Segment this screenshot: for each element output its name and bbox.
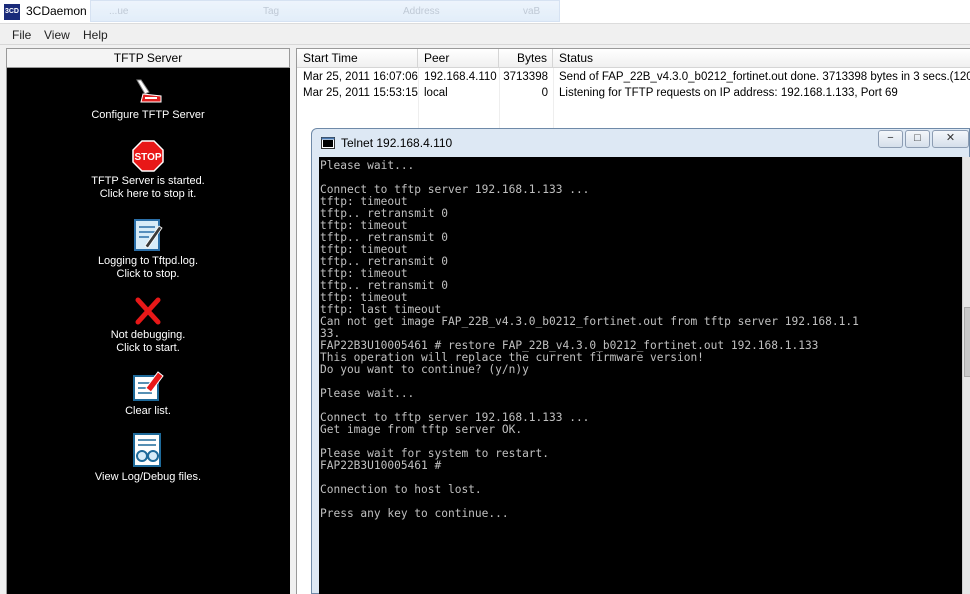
column-start-time[interactable]: Start Time (297, 49, 418, 68)
configure-tftp-label: Configure TFTP Server (91, 109, 205, 121)
ghost-col-4: vaB (523, 6, 541, 17)
scrollbar-thumb[interactable] (964, 307, 970, 377)
ghost-col-2: Tag (263, 6, 280, 17)
debugging-start-hint: Click to start. (116, 342, 180, 354)
cell-status: Send of FAP_22B_v4.3.0_b0212_fortinet.ou… (559, 71, 970, 83)
menu-help[interactable]: Help (83, 28, 108, 42)
minimize-button[interactable]: − (878, 130, 903, 148)
console-line: tftp.. retransmit 0 (320, 231, 448, 244)
console-line: Press any key to continue... (320, 507, 509, 520)
cell-bytes: 3713398 (503, 71, 548, 83)
console-line: tftp.. retransmit 0 (320, 207, 448, 220)
column-bytes[interactable]: Bytes (499, 49, 553, 68)
view-log-files-label: View Log/Debug files. (94, 471, 202, 483)
column-status[interactable]: Status (553, 49, 970, 68)
telnet-console[interactable]: Please wait... Connect to tftp server 19… (319, 157, 962, 594)
logging-action[interactable]: Logging to Tftpd.log. Click to stop. (7, 218, 289, 281)
menu-view[interactable]: View (44, 28, 70, 42)
close-button[interactable]: ✕ (932, 130, 969, 148)
list-header: Start Time Peer Bytes Status (297, 49, 970, 68)
column-divider (499, 68, 500, 128)
tftp-stop-action[interactable]: STOP TFTP Server is started. Click here … (7, 140, 289, 201)
log-document-icon (134, 219, 163, 251)
debug-x-icon (135, 297, 161, 325)
cell-start-time: Mar 25, 2011 15:53:15 (303, 87, 418, 99)
console-line: Please wait... (320, 159, 415, 172)
console-line: FAP22B3U10005461 # (320, 459, 442, 472)
stop-sign-icon: STOP (132, 140, 164, 172)
ghost-col-1: ...ue (109, 6, 129, 17)
column-peer[interactable]: Peer (418, 49, 499, 68)
telnet-window[interactable]: Telnet 192.168.4.110 − □ ✕ Please wait..… (311, 128, 970, 594)
logging-stop-hint: Click to stop. (116, 268, 180, 280)
column-divider (418, 68, 419, 128)
tftp-actions-panel: Configure TFTP Server STOP TFTP Server i… (6, 68, 290, 594)
console-scrollbar[interactable] (962, 157, 970, 594)
debugging-status-label: Not debugging. (110, 329, 186, 341)
cell-bytes: 0 (541, 87, 548, 99)
app-icon: 3CD (4, 4, 20, 20)
tftp-stop-hint: Click here to stop it. (99, 188, 197, 200)
console-line: tftp.. retransmit 0 (320, 255, 448, 268)
console-line: Connection to host lost. (320, 483, 482, 496)
cell-start-time: Mar 25, 2011 16:07:06 (303, 71, 418, 83)
ghost-col-3: Address (403, 6, 440, 17)
table-row[interactable]: Mar 25, 2011 16:07:06 192.168.4.110 3713… (297, 69, 970, 85)
logging-status-label: Logging to Tftpd.log. (97, 255, 199, 267)
tftp-server-header: TFTP Server (6, 48, 290, 68)
menu-bar: File View Help (0, 25, 970, 45)
console-line: tftp.. retransmit 0 (320, 279, 448, 292)
clear-list-label: Clear list. (125, 405, 171, 417)
menu-file[interactable]: File (12, 28, 31, 42)
console-line: Get image from tftp server OK. (320, 423, 523, 436)
cell-peer: 192.168.4.110 (424, 71, 497, 83)
app-title: 3CDaemon (26, 4, 87, 18)
configure-icon (136, 79, 162, 103)
telnet-title: Telnet 192.168.4.110 (341, 136, 453, 150)
cell-peer: local (424, 87, 448, 99)
telnet-titlebar[interactable]: Telnet 192.168.4.110 − □ ✕ (312, 129, 969, 157)
clear-list-action[interactable]: Clear list. (7, 370, 289, 418)
table-row[interactable]: Mar 25, 2011 15:53:15 local 0 Listening … (297, 85, 970, 101)
app-titlebar: 3CD 3CDaemon ...ue Tag Address vaB (0, 0, 970, 24)
clear-list-icon (133, 371, 164, 401)
tftp-status-label: TFTP Server is started. (91, 175, 205, 187)
console-line: Can not get image FAP_22B_v4.3.0_b0212_f… (320, 315, 859, 328)
view-log-files-action[interactable]: View Log/Debug files. (7, 432, 289, 484)
column-divider (553, 68, 554, 128)
console-line: Do you want to continue? (y/n)y (320, 363, 529, 376)
console-line: Connect to tftp server 192.168.1.133 ... (320, 183, 590, 196)
maximize-button[interactable]: □ (905, 130, 930, 148)
telnet-window-icon (321, 137, 335, 149)
stop-sign-text: STOP (134, 152, 161, 163)
background-window-ghost: ...ue Tag Address vaB (90, 0, 560, 22)
cell-status: Listening for TFTP requests on IP addres… (559, 87, 898, 99)
debugging-action[interactable]: Not debugging. Click to start. (7, 296, 289, 355)
configure-tftp-action[interactable]: Configure TFTP Server (7, 78, 289, 122)
console-line: Please wait... (320, 387, 415, 400)
view-files-icon (133, 433, 161, 467)
